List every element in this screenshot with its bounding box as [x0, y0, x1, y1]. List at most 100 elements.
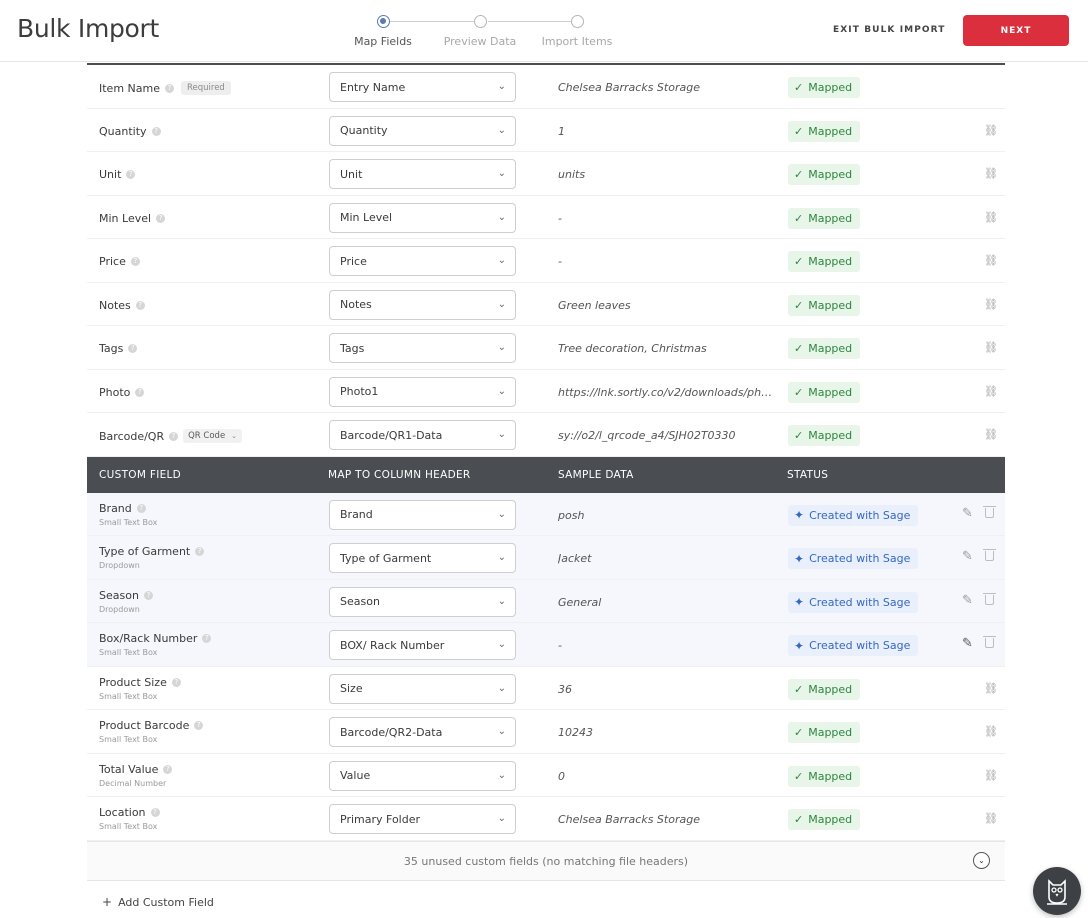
- unlink-icon[interactable]: ⛓: [984, 211, 998, 224]
- code-type-value: QR Code: [188, 431, 226, 441]
- help-icon[interactable]: ?: [163, 764, 173, 774]
- trash-icon[interactable]: [983, 549, 996, 561]
- sage-assistant-button[interactable]: [1033, 867, 1081, 915]
- unlink-icon[interactable]: ⛓: [984, 725, 998, 738]
- column-header-value: Barcode/QR1-Data: [340, 428, 443, 442]
- sample-data: 1: [558, 124, 565, 138]
- field-type: Small Text Box: [99, 517, 158, 527]
- step-preview-data-dot[interactable]: [474, 15, 487, 28]
- unlink-icon[interactable]: ⛓: [984, 124, 998, 137]
- column-header-value: Season: [340, 595, 380, 608]
- field-name: Min Level: [99, 211, 152, 225]
- pencil-icon[interactable]: ✎: [962, 593, 973, 608]
- field-name: Box/Rack Number: [99, 632, 198, 645]
- chevron-down-icon: ⌄: [497, 813, 506, 824]
- code-type-select[interactable]: QR Code ⌄: [183, 429, 243, 443]
- column-header-select[interactable]: Unit ⌄: [329, 159, 516, 189]
- field-label: Brand?: [99, 502, 146, 515]
- sparkle-icon: ✦: [794, 595, 805, 609]
- column-header-select[interactable]: Brand ⌄: [329, 499, 516, 530]
- unused-fields-text: 35 unused custom fields (no matching fil…: [403, 854, 689, 868]
- unlink-icon[interactable]: ⛓: [984, 682, 998, 695]
- field-type: Dropdown: [99, 561, 140, 570]
- help-icon[interactable]: ?: [171, 677, 181, 687]
- col-map-to-column-header: MAP TO COLUMN HEADER: [328, 468, 471, 481]
- help-icon[interactable]: ?: [136, 503, 146, 513]
- column-header-select[interactable]: BOX/ Rack Number ⌄: [329, 630, 516, 660]
- step-map-fields-dot[interactable]: [377, 15, 390, 28]
- help-icon[interactable]: ?: [165, 83, 174, 93]
- help-icon[interactable]: ?: [150, 808, 160, 817]
- step-import-items-dot[interactable]: [571, 15, 584, 28]
- help-icon[interactable]: ?: [130, 257, 140, 266]
- unlink-icon[interactable]: ⛓: [984, 254, 998, 267]
- help-icon[interactable]: ?: [128, 344, 138, 353]
- chevron-down-icon: ⌄: [497, 429, 506, 440]
- unlink-icon[interactable]: ⛓: [984, 812, 998, 825]
- pencil-icon[interactable]: ✎: [962, 506, 973, 521]
- status-badge-mapped: ✓ Mapped: [788, 251, 861, 272]
- status-badge-mapped: ✓ Mapped: [788, 678, 861, 700]
- column-header-select[interactable]: Type of Garment ⌄: [329, 543, 516, 573]
- required-badge: Required: [181, 81, 231, 95]
- help-icon[interactable]: ?: [143, 590, 153, 600]
- unlink-icon[interactable]: ⛓: [984, 385, 998, 398]
- unlink-icon[interactable]: ⛓: [984, 428, 998, 441]
- status-badge-sage: ✦ Created with Sage: [788, 635, 919, 656]
- column-header-select[interactable]: Barcode/QR2-Data ⌄: [329, 717, 516, 747]
- trash-icon[interactable]: [983, 636, 996, 648]
- column-header-select[interactable]: Quantity ⌄: [329, 115, 516, 146]
- column-header-select[interactable]: Entry Name ⌄: [329, 72, 516, 102]
- step-map-fields-label[interactable]: Map Fields: [354, 35, 412, 48]
- unlink-icon[interactable]: ⛓: [984, 341, 998, 354]
- add-custom-field-button[interactable]: + Add Custom Field: [87, 895, 214, 909]
- field-label: Total Value?: [99, 763, 173, 776]
- pencil-icon[interactable]: ✎: [962, 549, 973, 564]
- help-icon[interactable]: ?: [202, 634, 212, 643]
- column-header-value: Size: [340, 682, 363, 695]
- column-header-select[interactable]: Barcode/QR1-Data ⌄: [329, 420, 516, 450]
- status-text: Mapped: [808, 769, 853, 783]
- column-header-select[interactable]: Min Level ⌄: [329, 202, 516, 233]
- column-header-select[interactable]: Value ⌄: [329, 760, 516, 791]
- check-icon: ✓: [794, 682, 804, 696]
- unlink-icon[interactable]: ⛓: [984, 769, 998, 782]
- unlink-icon[interactable]: ⛓: [984, 167, 998, 180]
- field-name: Product Barcode: [99, 719, 190, 732]
- help-icon[interactable]: ?: [151, 126, 161, 136]
- custom-fields-header: CUSTOM FIELD MAP TO COLUMN HEADER SAMPLE…: [87, 456, 1005, 493]
- unused-fields-row[interactable]: 35 unused custom fields (no matching fil…: [87, 840, 1005, 881]
- trash-icon[interactable]: [983, 505, 996, 518]
- step-import-items-label[interactable]: Import Items: [542, 35, 613, 48]
- column-header-select[interactable]: Size ⌄: [329, 673, 516, 704]
- chevron-down-icon[interactable]: ⌄: [973, 851, 990, 869]
- help-icon[interactable]: ?: [195, 547, 205, 556]
- column-header-select[interactable]: Primary Folder ⌄: [329, 804, 516, 834]
- exit-bulk-import-link[interactable]: EXIT BULK IMPORT: [833, 25, 946, 35]
- next-button[interactable]: NEXT: [963, 15, 1069, 46]
- help-icon[interactable]: ?: [135, 300, 145, 310]
- trash-icon[interactable]: [983, 592, 996, 605]
- help-icon[interactable]: ?: [135, 387, 145, 397]
- column-header-select[interactable]: Tags ⌄: [329, 333, 516, 363]
- help-icon[interactable]: ?: [194, 721, 204, 730]
- help-icon[interactable]: ?: [126, 170, 136, 179]
- field-label: Price?: [99, 255, 140, 268]
- column-header-select[interactable]: Notes ⌄: [329, 289, 516, 320]
- field-name: Type of Garment: [99, 545, 191, 558]
- column-header-select[interactable]: Season ⌄: [329, 586, 516, 617]
- status-badge-mapped: ✓ Mapped: [788, 338, 861, 359]
- column-header-select[interactable]: Price ⌄: [329, 246, 516, 276]
- unlink-icon[interactable]: ⛓: [984, 298, 998, 311]
- column-header-select[interactable]: Photo1 ⌄: [329, 376, 516, 407]
- field-row-season: Season? Dropdown Season ⌄ General ✦ Created wi…: [87, 579, 1005, 623]
- help-icon[interactable]: ?: [156, 213, 166, 223]
- status-badge-mapped: ✓ Mapped: [788, 77, 861, 98]
- column-header-value: BOX/ Rack Number: [340, 638, 445, 652]
- pencil-icon[interactable]: ✎: [962, 636, 973, 651]
- field-row-photo: Photo? Photo1 ⌄ https://lnk.sortly.co/v2/do…: [87, 369, 1005, 413]
- help-icon[interactable]: ?: [169, 431, 179, 441]
- sample-data: -: [558, 211, 562, 225]
- status-text: Created with Sage: [809, 508, 911, 522]
- step-preview-data-label[interactable]: Preview Data: [444, 35, 517, 48]
